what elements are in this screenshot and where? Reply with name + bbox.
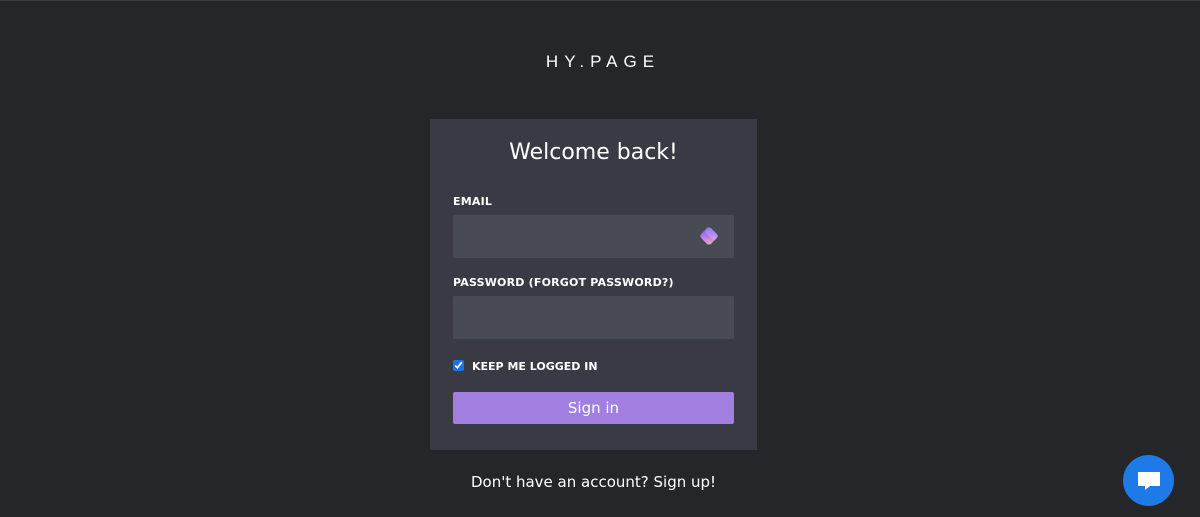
chat-bubble-icon [1137, 471, 1160, 490]
password-label[interactable]: PASSWORD (FORGOT PASSWORD?) [453, 276, 734, 289]
password-field[interactable] [453, 296, 734, 339]
login-page: HY.PAGE Welcome back! EMAIL PASSWORD (FO… [0, 0, 1200, 517]
email-field-wrapper [453, 215, 734, 258]
card-title: Welcome back! [509, 140, 678, 165]
keep-logged-in-checkbox[interactable] [453, 359, 464, 371]
login-card: Welcome back! EMAIL PASSWORD (FORGOT PAS… [430, 119, 757, 450]
email-field[interactable] [453, 215, 734, 258]
sign-in-button[interactable]: Sign in [453, 392, 734, 424]
chat-launcher-button[interactable] [1123, 455, 1174, 506]
keep-logged-in-row: KEEP ME LOGGED IN [453, 357, 734, 373]
password-manager-icon[interactable] [698, 225, 720, 247]
signup-link[interactable]: Don't have an account? Sign up! [0, 473, 1187, 491]
email-label: EMAIL [453, 195, 493, 208]
keep-logged-in-label[interactable]: KEEP ME LOGGED IN [472, 357, 598, 373]
brand-logo[interactable]: HY.PAGE [0, 52, 1200, 72]
